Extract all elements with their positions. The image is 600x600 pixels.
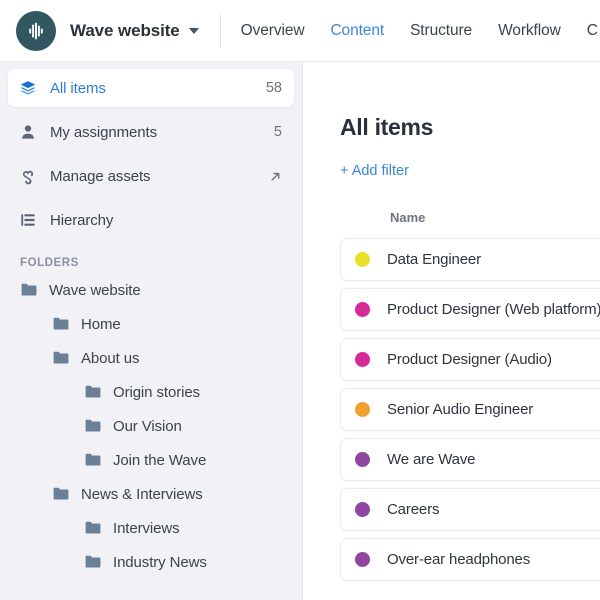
tab-overview[interactable]: Overview — [241, 22, 305, 40]
tab-collections-truncated[interactable]: C — [587, 22, 598, 40]
item-name: Product Designer (Web platform) — [387, 301, 600, 318]
sidebar-item-label: Manage assets — [50, 168, 150, 185]
folder-icon — [84, 417, 102, 435]
layers-icon — [18, 78, 38, 98]
folder-label: Origin stories — [113, 384, 200, 401]
sidebar-item-label: My assignments — [50, 124, 157, 141]
folder-icon — [84, 451, 102, 469]
sidebar-item-manage-assets[interactable]: Manage assets — [8, 157, 294, 195]
toolbar-divider — [220, 14, 221, 48]
table-row[interactable]: Product Designer (Web platform) — [340, 288, 600, 331]
item-name: Data Engineer — [387, 251, 481, 268]
top-bar: Wave website Overview Content Structure … — [0, 0, 600, 62]
table-row[interactable]: Over-ear headphones — [340, 538, 600, 581]
sidebar-item-label: All items — [50, 80, 106, 97]
main-content: All items + Add filter Name Data Enginee… — [304, 62, 600, 600]
folder-label: Join the Wave — [113, 452, 206, 469]
folder-row[interactable]: About us — [0, 341, 302, 375]
folders-section-header: FOLDERS — [20, 257, 302, 269]
add-filter-button[interactable]: + Add filter — [340, 163, 409, 179]
folder-icon — [84, 553, 102, 571]
table-row[interactable]: Careers — [340, 488, 600, 531]
assets-icon — [18, 166, 38, 186]
person-icon — [18, 122, 38, 142]
folder-label: Home — [81, 316, 121, 333]
status-dot — [355, 402, 370, 417]
folder-row[interactable]: News & Interviews — [0, 477, 302, 511]
status-dot — [355, 252, 370, 267]
folder-row[interactable]: Wave website — [0, 273, 302, 307]
folder-row[interactable]: Home — [0, 307, 302, 341]
folder-row[interactable]: Our Vision — [0, 409, 302, 443]
sidebar-item-hierarchy[interactable]: Hierarchy — [8, 201, 294, 239]
sidebar-item-all-items[interactable]: All items 58 — [8, 69, 294, 107]
brand-selector[interactable]: Wave website — [0, 0, 199, 61]
folder-icon — [84, 519, 102, 537]
sidebar-item-label: Hierarchy — [50, 212, 113, 229]
brand-name: Wave website — [70, 21, 180, 41]
sidebar-item-count: 58 — [266, 80, 282, 96]
status-dot — [355, 552, 370, 567]
waveform-logo-icon — [16, 11, 56, 51]
sidebar: All items 58 My assignments 5 Manage ass… — [0, 62, 303, 600]
status-dot — [355, 452, 370, 467]
folder-row[interactable]: Join the Wave — [0, 443, 302, 477]
folder-icon — [52, 315, 70, 333]
nav-tabs: Overview Content Structure Workflow C — [241, 0, 598, 61]
folder-row[interactable]: Interviews — [0, 511, 302, 545]
tab-workflow[interactable]: Workflow — [498, 22, 561, 40]
item-name: Product Designer (Audio) — [387, 351, 552, 368]
folder-label: News & Interviews — [81, 486, 203, 503]
folder-label: Wave website — [49, 282, 141, 299]
chevron-down-icon[interactable] — [189, 28, 199, 34]
folder-icon — [52, 349, 70, 367]
folder-label: Industry News — [113, 554, 207, 571]
item-name: We are Wave — [387, 451, 475, 468]
folder-icon — [20, 281, 38, 299]
items-list: Data Engineer Product Designer (Web plat… — [340, 238, 600, 581]
sidebar-item-count: 5 — [274, 124, 282, 140]
sidebar-item-my-assignments[interactable]: My assignments 5 — [8, 113, 294, 151]
item-name: Senior Audio Engineer — [387, 401, 533, 418]
external-link-icon — [269, 170, 282, 183]
folder-row[interactable]: Industry News — [0, 545, 302, 579]
folder-label: Our Vision — [113, 418, 182, 435]
folder-row[interactable]: Origin stories — [0, 375, 302, 409]
tab-structure[interactable]: Structure — [410, 22, 472, 40]
column-header-name: Name — [390, 210, 600, 225]
status-dot — [355, 502, 370, 517]
table-row[interactable]: We are Wave — [340, 438, 600, 481]
folder-icon — [84, 383, 102, 401]
hierarchy-icon — [18, 210, 38, 230]
table-row[interactable]: Product Designer (Audio) — [340, 338, 600, 381]
table-row[interactable]: Data Engineer — [340, 238, 600, 281]
page-title: All items — [340, 114, 600, 141]
folder-label: Interviews — [113, 520, 180, 537]
status-dot — [355, 302, 370, 317]
status-dot — [355, 352, 370, 367]
item-name: Over-ear headphones — [387, 551, 530, 568]
table-row[interactable]: Senior Audio Engineer — [340, 388, 600, 431]
tab-content[interactable]: Content — [330, 22, 384, 40]
folder-icon — [52, 485, 70, 503]
folder-label: About us — [81, 350, 139, 367]
item-name: Careers — [387, 501, 439, 518]
